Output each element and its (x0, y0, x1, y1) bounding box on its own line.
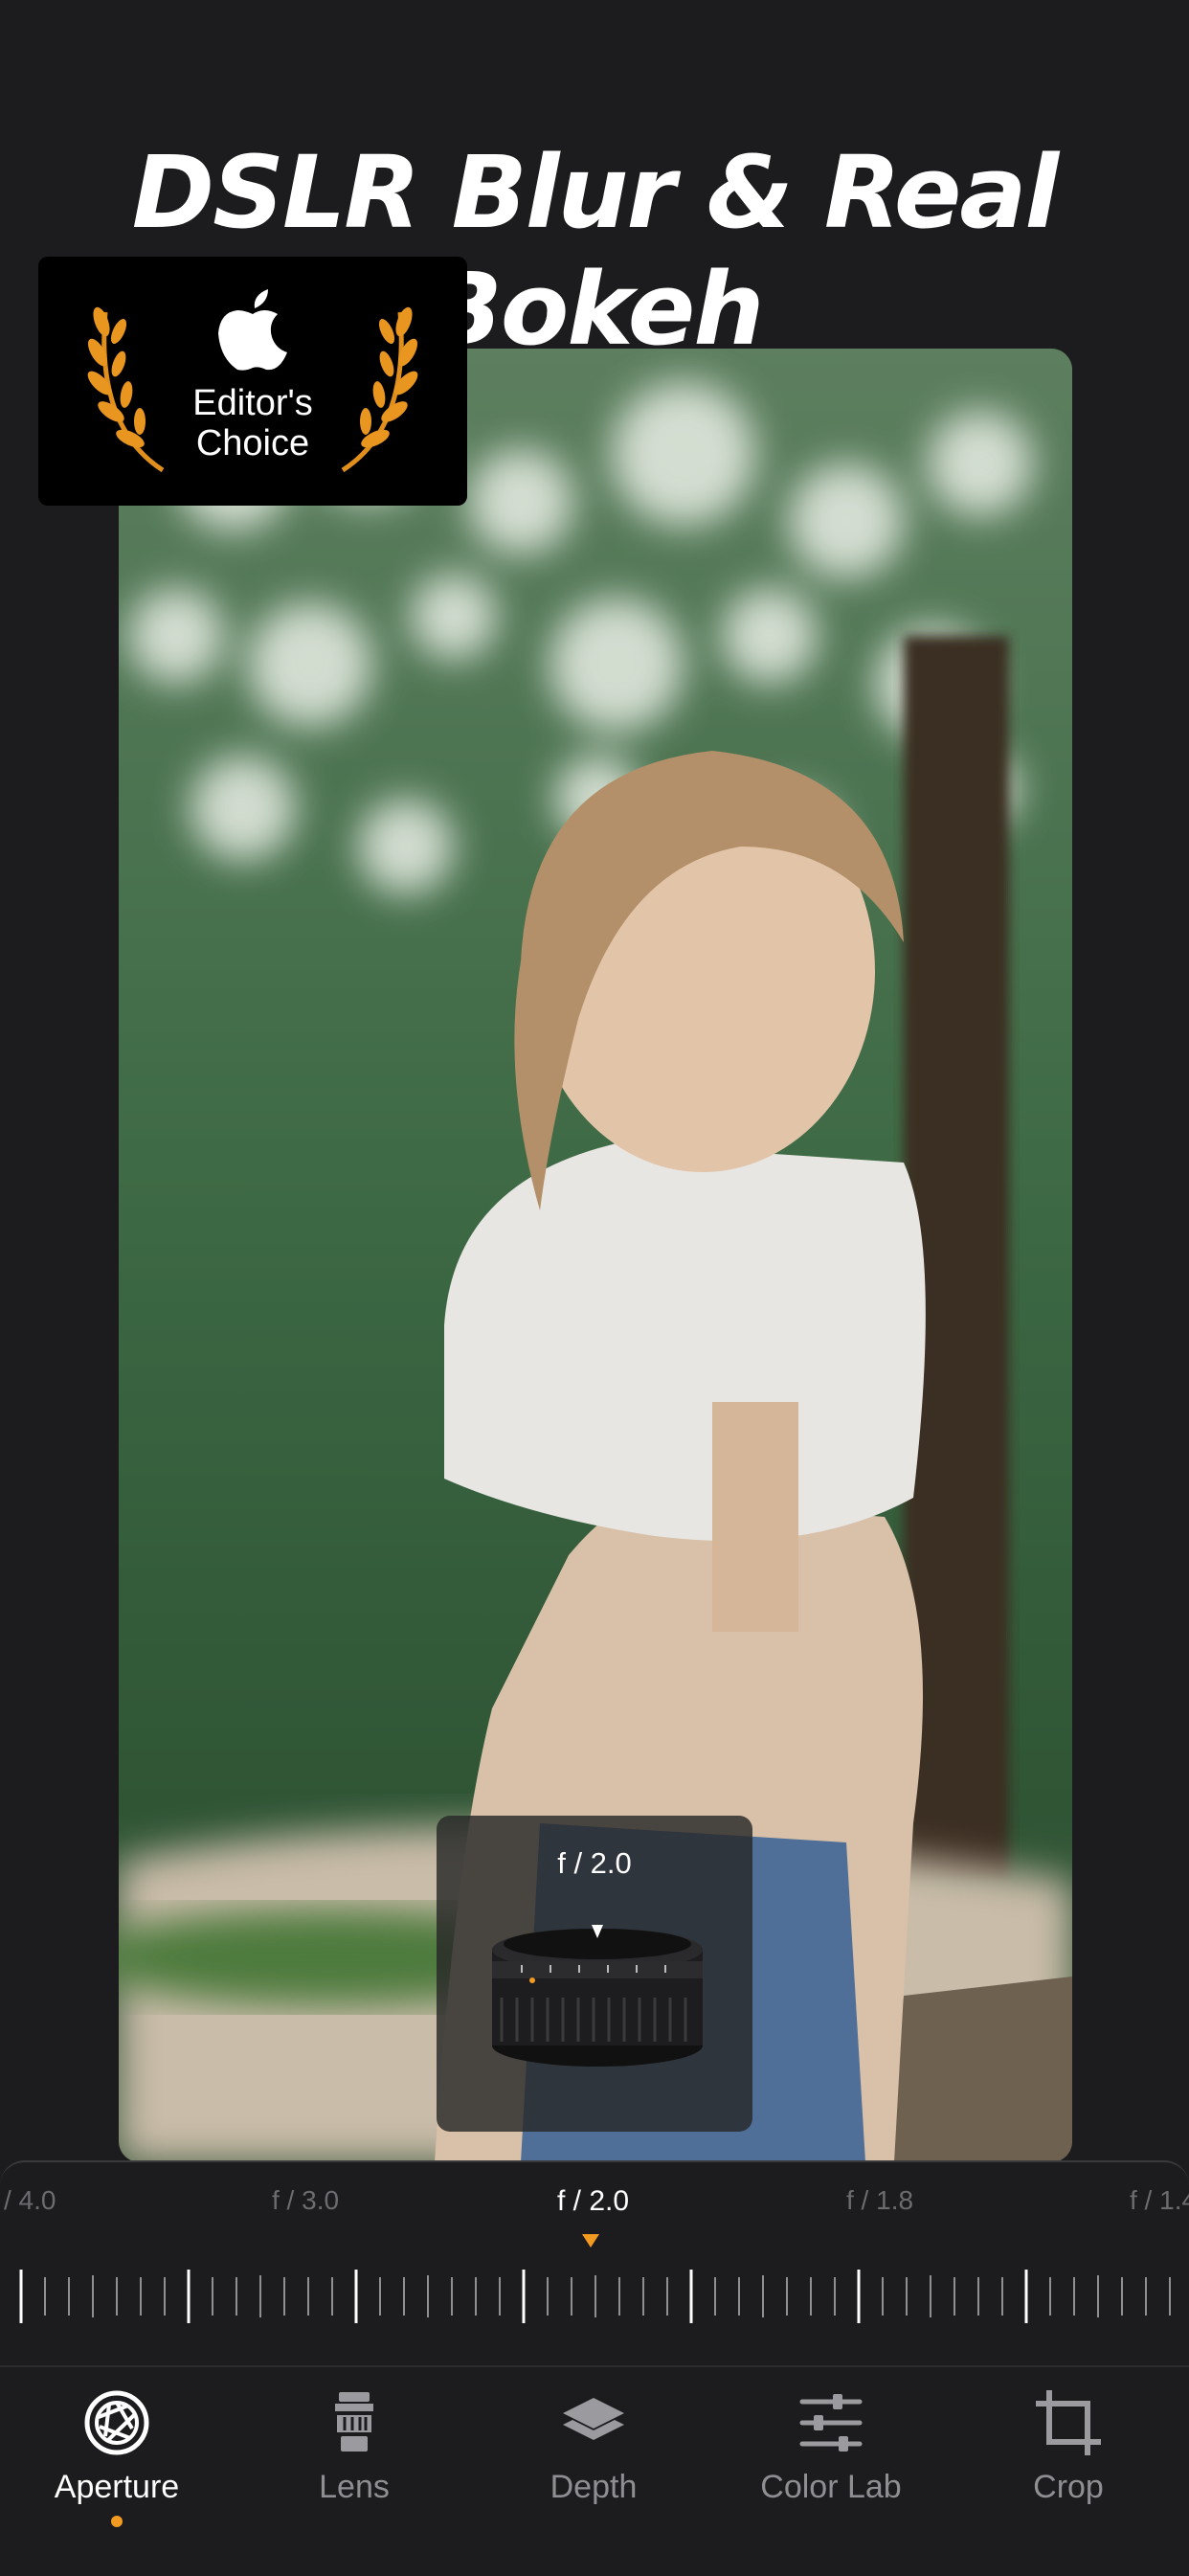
dial-label-1-4[interactable]: f / 1.4 (1130, 2185, 1189, 2216)
aperture-labels: / 4.0 f / 3.0 f / 2.0 f / 1.8 f / 1.4 (0, 2185, 1189, 2233)
camera-lens-icon (492, 1925, 703, 2067)
editors-choice-badge: Editor's Choice (38, 257, 467, 506)
badge-line-1: Editor's (192, 383, 313, 423)
lens-aperture-value: f / 2.0 (557, 1846, 632, 1880)
badge-line-2: Choice (195, 423, 310, 463)
tab-color-lab-label: Color Lab (760, 2469, 902, 2505)
lens-preview-popup: f / 2.0 (437, 1816, 752, 2132)
sliders-icon (799, 2394, 863, 2452)
dial-label-3-0[interactable]: f / 3.0 (272, 2185, 339, 2216)
tab-lens[interactable]: Lens (258, 2388, 450, 2542)
active-tab-indicator (111, 2516, 123, 2527)
layers-icon (563, 2398, 624, 2440)
tab-aperture-label: Aperture (54, 2469, 180, 2505)
tab-depth-label: Depth (550, 2469, 638, 2505)
lens-icon (335, 2392, 373, 2452)
dial-label-2-0[interactable]: f / 2.0 (557, 2185, 629, 2218)
tab-depth[interactable]: Depth (498, 2388, 689, 2542)
tab-color-lab[interactable]: Color Lab (735, 2388, 927, 2542)
apple-logo-icon (218, 289, 287, 371)
aperture-icon (84, 2390, 149, 2455)
dial-label-4-0[interactable]: / 4.0 (4, 2185, 56, 2216)
tab-lens-label: Lens (319, 2469, 390, 2505)
tab-crop-label: Crop (1033, 2469, 1104, 2505)
dial-pointer-icon (582, 2234, 599, 2248)
tab-aperture[interactable]: Aperture (21, 2388, 213, 2542)
crop-icon (1036, 2390, 1101, 2455)
dial-ticks[interactable] (0, 2258, 1189, 2335)
dial-label-1-8[interactable]: f / 1.8 (846, 2185, 913, 2216)
tab-crop[interactable]: Crop (973, 2388, 1164, 2542)
bottom-toolbar: Aperture Lens Depth Color Lab Crop (0, 2365, 1189, 2576)
